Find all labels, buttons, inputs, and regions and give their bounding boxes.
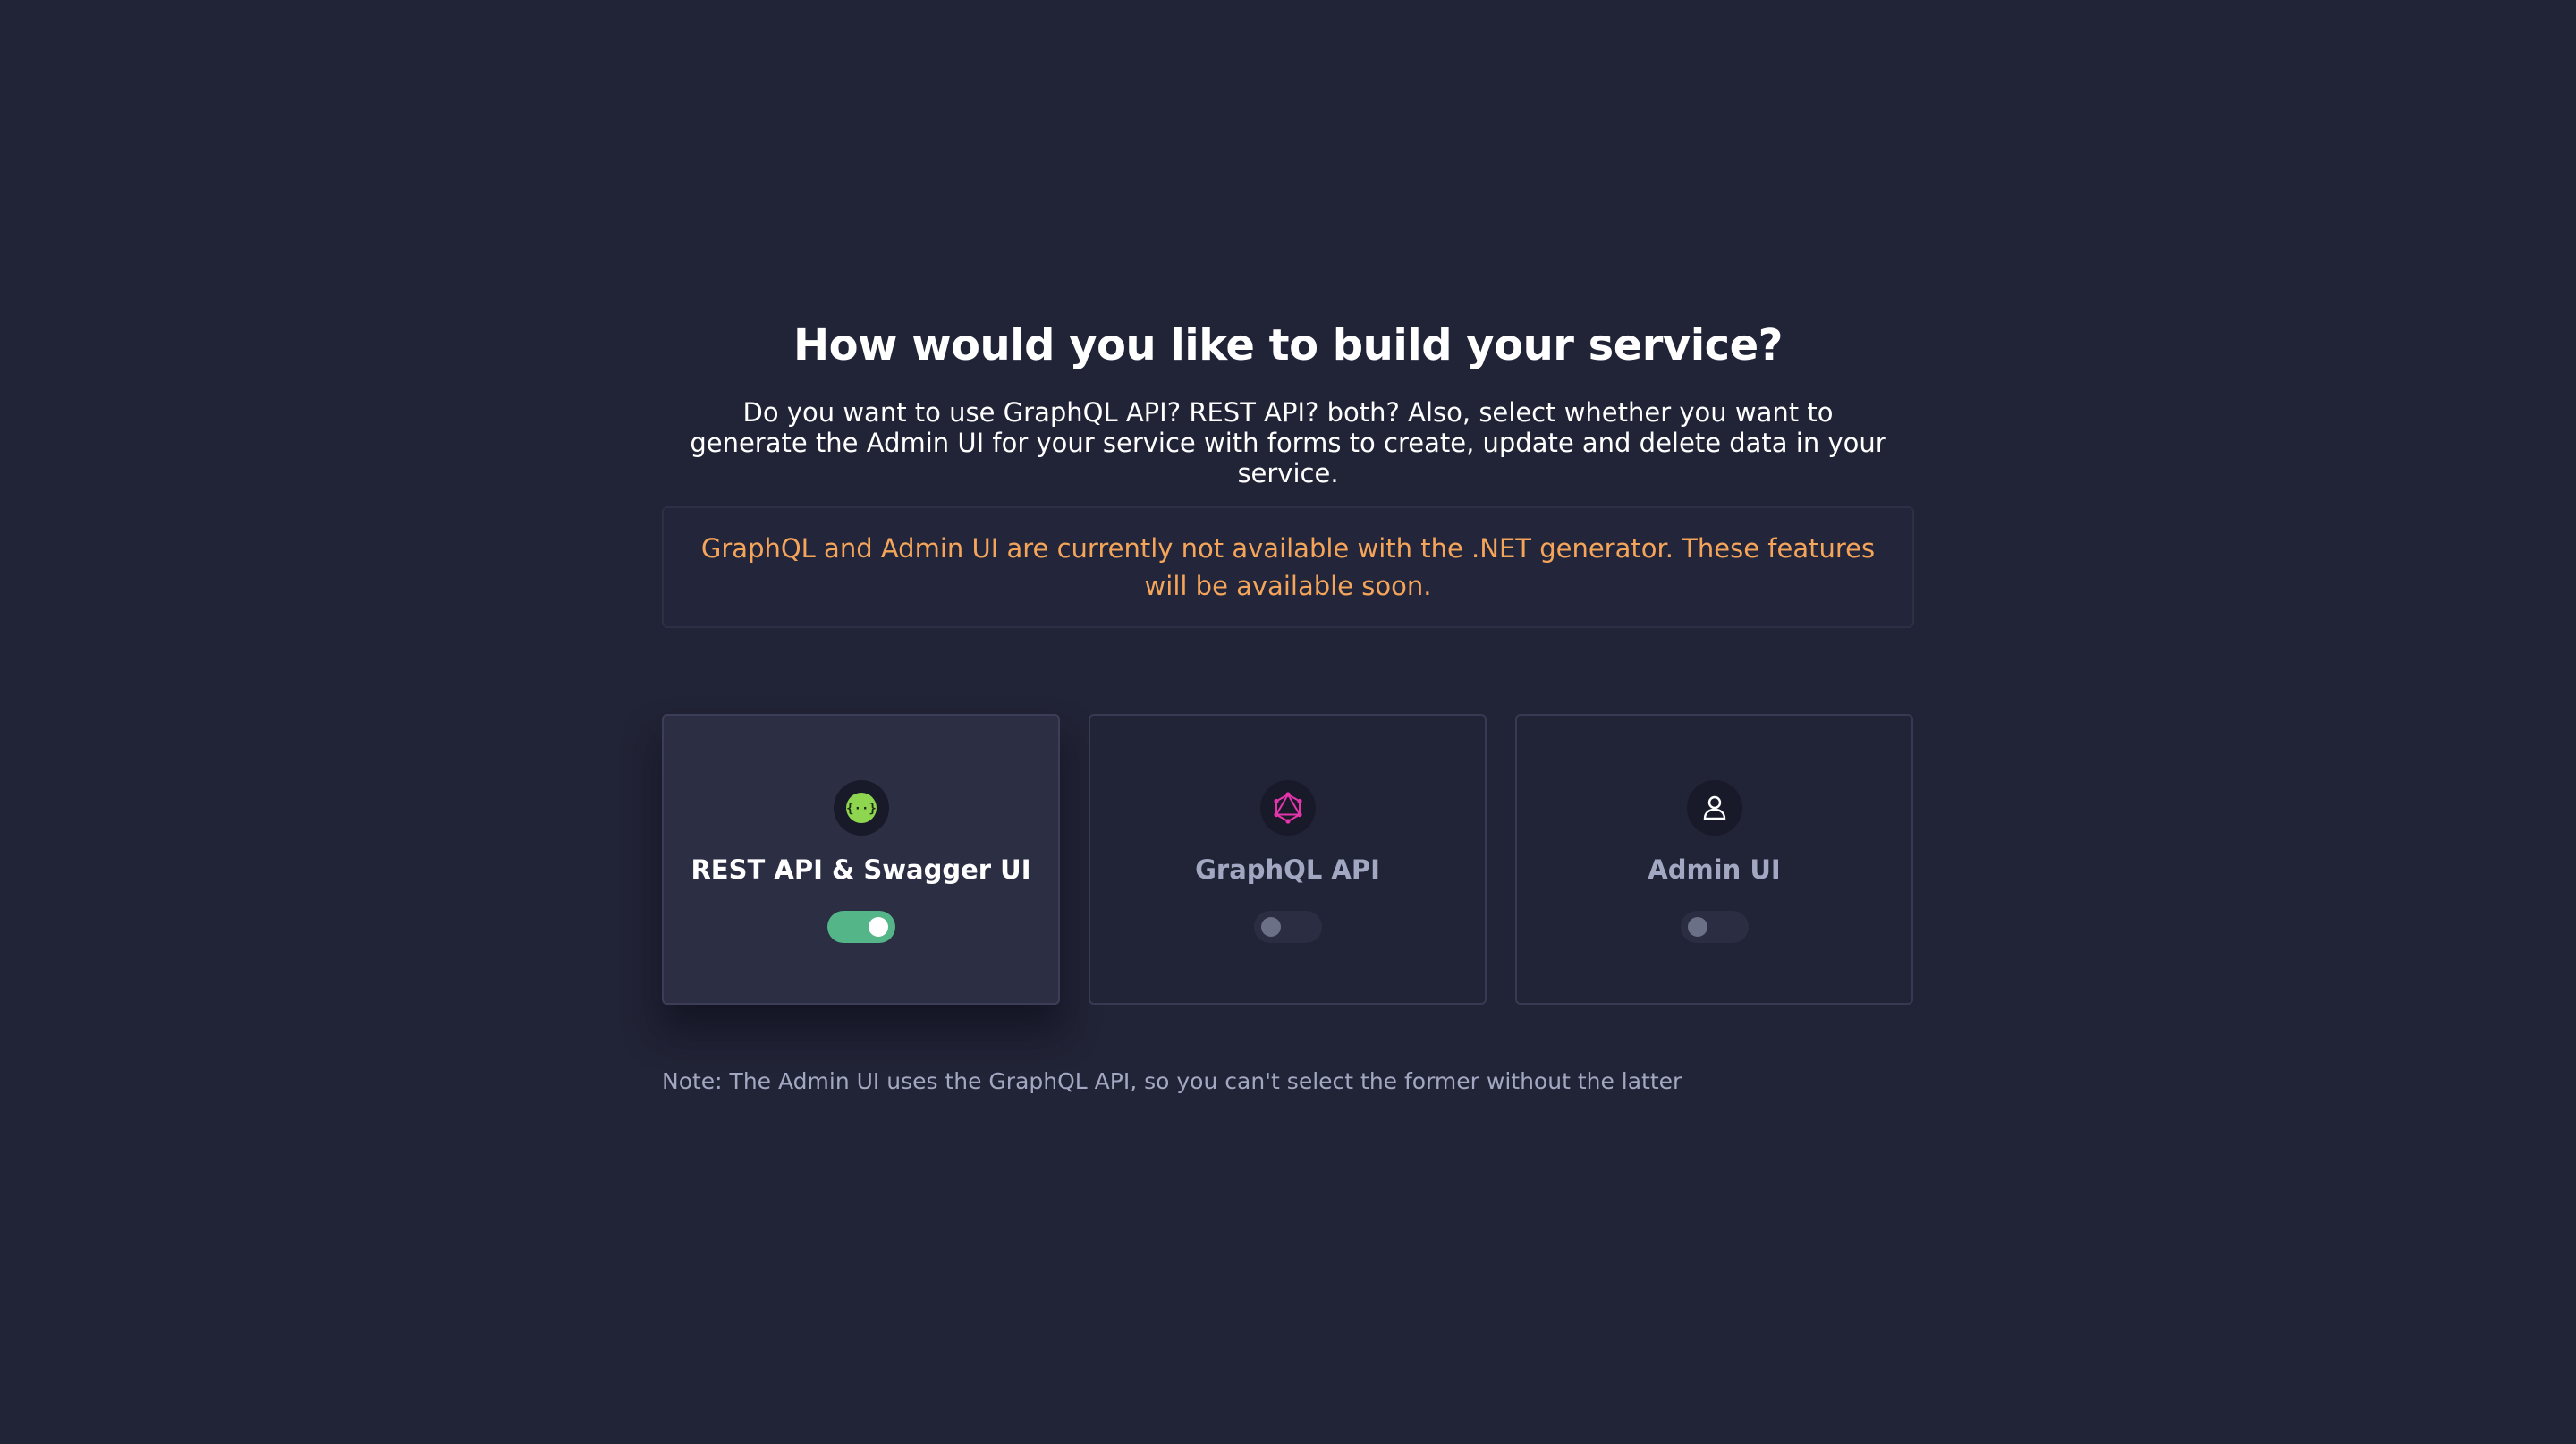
option-label-rest-api: REST API & Swagger UI (691, 854, 1031, 885)
option-card-graphql[interactable]: GraphQL API (1089, 714, 1487, 1005)
admin-ui-note: Note: The Admin UI uses the GraphQL API,… (662, 1068, 1682, 1094)
page-title: How would you like to build your service… (792, 320, 1784, 370)
option-card-admin-ui[interactable]: Admin UI (1515, 714, 1913, 1005)
api-options: {··} REST API & Swagger UI GraphQL API A… (662, 714, 1914, 1005)
rest-api-icon: {··} (833, 780, 889, 836)
generator-notice-text: GraphQL and Admin UI are currently not a… (700, 533, 1876, 601)
page-description: Do you want to use GraphQL API? REST API… (690, 397, 1886, 488)
generator-notice: GraphQL and Admin UI are currently not a… (662, 506, 1914, 628)
graphql-icon (1259, 780, 1316, 836)
service-setup-panel: How would you like to build your service… (662, 313, 1914, 1118)
user-icon (1686, 780, 1742, 836)
svg-text:{··}: {··} (846, 802, 877, 816)
admin-ui-toggle[interactable] (1680, 911, 1749, 943)
option-label-graphql: GraphQL API (1195, 854, 1380, 885)
option-card-rest-api[interactable]: {··} REST API & Swagger UI (662, 714, 1060, 1005)
graphql-toggle[interactable] (1253, 911, 1322, 943)
rest-api-toggle[interactable] (826, 911, 895, 943)
option-label-admin-ui: Admin UI (1648, 854, 1781, 885)
